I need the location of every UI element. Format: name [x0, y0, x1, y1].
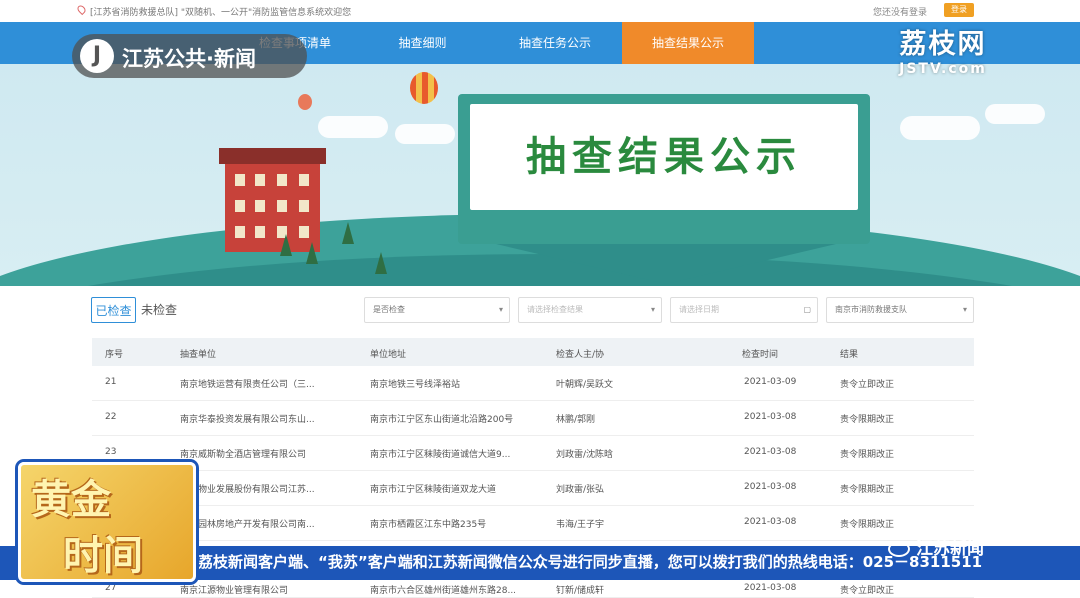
row-inspectors: 韦海/王子宇 — [556, 520, 605, 530]
row-index: 23 — [105, 447, 117, 457]
row-address: 南京市江宁区东山街道北沿路200号 — [370, 415, 514, 425]
welcome-notice: [江苏省消防救援总队] "双随机、一公开"消防监管信息系统欢迎您 — [90, 8, 352, 18]
tab-unchecked[interactable]: 未检查 — [141, 297, 177, 323]
cloud-shape — [318, 116, 388, 138]
nav-item-result-publicity[interactable]: 抽查结果公示 — [622, 22, 754, 64]
tree-icon — [280, 234, 292, 256]
row-date: 2021-03-08 — [744, 482, 797, 492]
program-title-line1: 黄金 — [31, 477, 111, 523]
column-header: 检查时间 — [742, 350, 779, 360]
cloud-shape — [395, 124, 455, 144]
sign-pointer-shape — [496, 244, 836, 284]
column-header: 抽查单位 — [180, 350, 217, 360]
row-index: 21 — [105, 377, 117, 387]
row-address: 南京市江宁区秣陵街道双龙大道 — [370, 485, 497, 495]
row-inspectors: 刘政雷/张弘 — [556, 485, 605, 495]
row-date: 2021-03-08 — [744, 583, 797, 593]
login-button[interactable]: 登录 — [944, 3, 974, 17]
table-row[interactable]: 23 南京威斯勒全酒店管理有限公司 南京市江宁区秣陵街道诚信大道9... 刘政雷… — [92, 436, 974, 471]
banner-sign: 抽查结果公示 — [458, 94, 870, 244]
row-address: 南京地铁三号线泽裕站 — [370, 380, 461, 390]
column-header: 检查人主/协 — [556, 350, 605, 360]
login-status: 您还没有登录 — [873, 8, 928, 18]
nav-item-inspection-rules[interactable]: 抽查细则 — [375, 22, 470, 64]
cloud-shape — [985, 104, 1045, 124]
channel-logo: J 江苏公共·新闻 — [72, 34, 307, 78]
wechat-icon — [888, 541, 910, 557]
row-date: 2021-03-08 — [744, 517, 797, 527]
row-unit: 南京华泰投资发展有限公司东山... — [180, 415, 315, 425]
filter-unit-select[interactable]: 南京市消防救援支队 ▾ — [826, 297, 974, 323]
building-illustration — [219, 148, 326, 252]
row-date: 2021-03-08 — [744, 412, 797, 422]
news-ticker-text: 荔枝新闻客户端、“我苏”客户端和江苏新闻微信公众号进行同步直播，您可以拨打我们的… — [198, 553, 983, 571]
row-result: 责令限期改正 — [840, 520, 895, 530]
chevron-down-icon: ▾ — [962, 305, 967, 314]
calendar-icon: ▢ — [803, 305, 811, 314]
row-inspectors: 钉新/储成轩 — [556, 586, 605, 596]
hot-air-balloon-icon — [298, 94, 312, 110]
table-row[interactable]: 25 江苏园林房地产开发有限公司南... 南京市栖霞区江东中路235号 韦海/王… — [92, 506, 974, 541]
tree-icon — [375, 252, 387, 274]
tab-checked[interactable]: 已检查 — [91, 297, 136, 323]
program-title-line2: 时间 — [63, 533, 143, 579]
row-unit: 南京地铁运营有限责任公司（三... — [180, 380, 315, 390]
table-row[interactable]: 22 南京华泰投资发展有限公司东山... 南京市江宁区东山街道北沿路200号 林… — [92, 401, 974, 436]
row-index: 22 — [105, 412, 117, 422]
row-inspectors: 叶朝辉/吴跃文 — [556, 380, 614, 390]
row-inspectors: 林鹏/郭刚 — [556, 415, 596, 425]
row-unit: 保利物业发展股份有限公司江苏... — [180, 485, 315, 495]
row-result: 责令限期改正 — [840, 450, 895, 460]
table-header: 序号 抽查单位 单位地址 检查人主/协 检查时间 结果 — [92, 338, 974, 366]
nav-item-task-publicity[interactable]: 抽查任务公示 — [490, 22, 620, 64]
watermark-cn: 荔枝网 — [899, 29, 987, 60]
filter-date-input[interactable]: 请选择日期 ▢ — [670, 297, 818, 323]
tree-icon — [342, 222, 354, 244]
wechat-watermark: 江苏新闻 — [888, 534, 984, 559]
row-result: 责令限期改正 — [840, 415, 895, 425]
row-unit: 南京江源物业管理有限公司 — [180, 586, 289, 596]
table-row[interactable]: 24 保利物业发展股份有限公司江苏... 南京市江宁区秣陵街道双龙大道 刘政雷/… — [92, 471, 974, 506]
row-unit: 南京威斯勒全酒店管理有限公司 — [180, 450, 307, 460]
tree-icon — [306, 242, 318, 264]
column-header: 单位地址 — [370, 350, 407, 360]
row-index: 27 — [105, 583, 117, 593]
filter-result-select[interactable]: 请选择检查结果 ▾ — [518, 297, 662, 323]
row-result: 责令限期改正 — [840, 485, 895, 495]
channel-logo-text: 江苏公共·新闻 — [122, 47, 256, 71]
row-result: 责令立即改正 — [840, 586, 895, 596]
row-address: 南京市江宁区秣陵街道诚信大道9... — [370, 450, 511, 460]
row-result: 责令立即改正 — [840, 380, 895, 390]
channel-logo-icon: J — [80, 39, 114, 73]
hero-banner: 抽查结果公示 — [0, 64, 1080, 286]
site-topbar: [江苏省消防救援总队] "双随机、一公开"消防监管信息系统欢迎您 您还没有登录 … — [0, 0, 1080, 22]
row-address: 南京市栖霞区江东中路235号 — [370, 520, 487, 530]
program-badge: 黄金 时间 — [18, 462, 196, 582]
row-address: 南京市六合区雄州街道雄州东路28... — [370, 586, 517, 596]
table-row[interactable]: 21 南京地铁运营有限责任公司（三... 南京地铁三号线泽裕站 叶朝辉/吴跃文 … — [92, 366, 974, 401]
chevron-down-icon: ▾ — [498, 305, 503, 314]
row-date: 2021-03-08 — [744, 447, 797, 457]
column-header: 结果 — [840, 350, 859, 360]
hot-air-balloon-icon — [410, 72, 438, 104]
column-header: 序号 — [105, 350, 124, 360]
chevron-down-icon: ▾ — [650, 305, 655, 314]
station-watermark: 荔枝网 JSTV.com — [878, 22, 1008, 77]
row-date: 2021-03-09 — [744, 377, 797, 387]
cloud-shape — [900, 116, 980, 140]
row-unit: 江苏园林房地产开发有限公司南... — [180, 520, 315, 530]
row-inspectors: 刘政雷/沈陈晗 — [556, 450, 614, 460]
filter-checked-select[interactable]: 是否检查 ▾ — [364, 297, 510, 323]
banner-title: 抽查结果公示 — [470, 104, 858, 210]
watermark-en: JSTV.com — [899, 61, 987, 77]
